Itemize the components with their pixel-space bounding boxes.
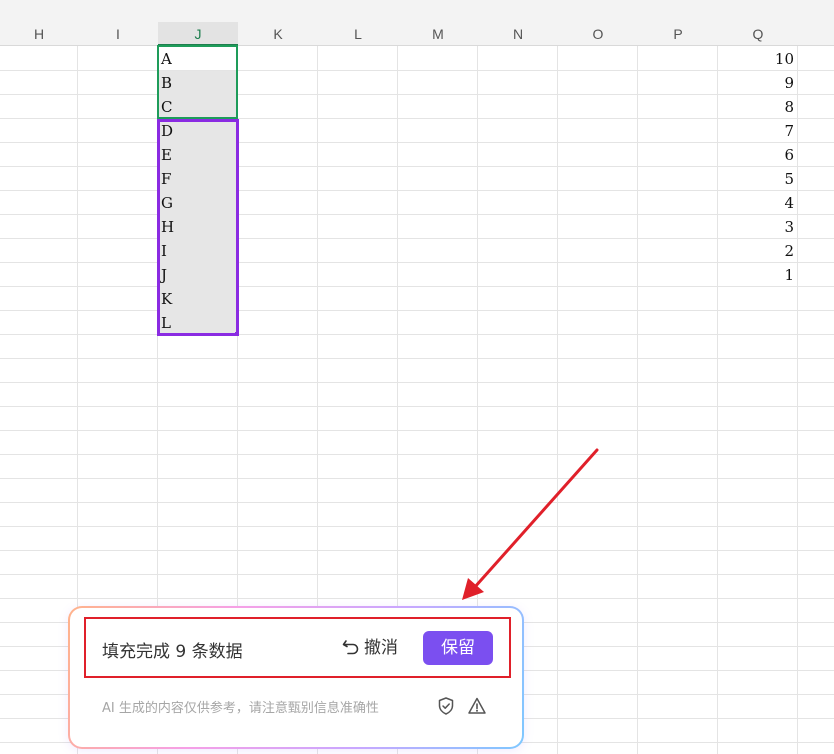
original-data-selection	[157, 45, 238, 119]
grid-row-line	[0, 262, 834, 263]
cell-q6[interactable]: 5	[718, 167, 796, 191]
column-header-n[interactable]: N	[478, 22, 558, 46]
grid-row-line	[0, 574, 834, 575]
grid-row-line	[0, 502, 834, 503]
grid-row-line	[0, 334, 834, 335]
cell-q3[interactable]: 8	[718, 95, 796, 119]
cell-q7[interactable]: 4	[718, 191, 796, 215]
grid-row-line	[0, 190, 834, 191]
column-header-j[interactable]: J	[158, 22, 238, 46]
grid-column-line	[557, 46, 558, 754]
grid-row-line	[0, 430, 834, 431]
column-header-o[interactable]: O	[558, 22, 638, 46]
grid-row-line	[0, 310, 834, 311]
grid-column-line	[797, 46, 798, 754]
shield-check-icon[interactable]	[436, 696, 456, 716]
column-header-k[interactable]: K	[238, 22, 318, 46]
grid-row-line	[0, 286, 834, 287]
grid-column-line	[637, 46, 638, 754]
grid-row-line	[0, 142, 834, 143]
spreadsheet: H I J K L M N O P Q A B C D E F G H I J …	[0, 0, 834, 754]
grid-row-line	[0, 238, 834, 239]
column-header-l[interactable]: L	[318, 22, 398, 46]
cell-q5[interactable]: 6	[718, 143, 796, 167]
grid-row-line	[0, 478, 834, 479]
column-header-p[interactable]: P	[638, 22, 718, 46]
cell-q9[interactable]: 2	[718, 239, 796, 263]
cell-q8[interactable]: 3	[718, 215, 796, 239]
grid-row-line	[0, 118, 834, 119]
column-header-h[interactable]: H	[0, 22, 78, 46]
grid-row-line	[0, 166, 834, 167]
grid-row-line	[0, 406, 834, 407]
grid-row-line	[0, 94, 834, 95]
grid-row-line	[0, 358, 834, 359]
grid-row-line	[0, 70, 834, 71]
filled-data-selection	[157, 119, 239, 336]
grid-row-line	[0, 598, 834, 599]
undo-button[interactable]: 撤消	[342, 633, 398, 663]
column-header-m[interactable]: M	[398, 22, 478, 46]
column-header-bar: H I J K L M N O P Q	[0, 0, 834, 46]
fill-handle[interactable]	[235, 332, 239, 336]
cell-q4[interactable]: 7	[718, 119, 796, 143]
grid-row-line	[0, 382, 834, 383]
column-header-i[interactable]: I	[78, 22, 158, 46]
cell-q2[interactable]: 9	[718, 71, 796, 95]
fill-status-text: 填充完成 9 条数据	[102, 642, 243, 662]
undo-icon	[342, 640, 359, 655]
grid-row-line	[0, 454, 834, 455]
undo-label: 撤消	[364, 638, 398, 658]
cell-q1[interactable]: 10	[718, 47, 796, 71]
grid-row-line	[0, 214, 834, 215]
ai-disclaimer: AI 生成的内容仅供参考，请注意甄别信息准确性	[102, 701, 379, 716]
column-header-q[interactable]: Q	[718, 22, 798, 46]
ai-result-row: 填充完成 9 条数据 撤消 保留	[84, 617, 511, 678]
grid-row-line	[0, 526, 834, 527]
grid-row-line	[0, 550, 834, 551]
cell-q10[interactable]: 1	[718, 263, 796, 287]
warning-icon[interactable]	[467, 696, 487, 716]
keep-button[interactable]: 保留	[423, 631, 493, 665]
ai-fill-panel: 填充完成 9 条数据 撤消 保留 AI 生成的内容仅供参考，请注意甄别信息准确性	[68, 606, 524, 749]
